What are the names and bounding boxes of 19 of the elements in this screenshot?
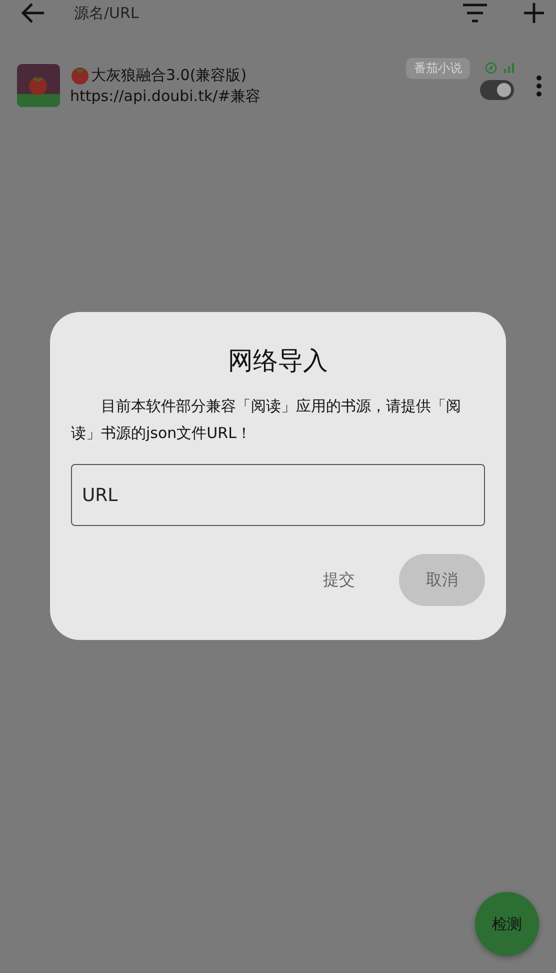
add-icon[interactable] (524, 3, 544, 23)
cancel-button[interactable]: 取消 (399, 554, 485, 606)
back-icon[interactable] (20, 2, 46, 24)
compass-icon (485, 62, 497, 74)
url-field[interactable]: URL (71, 464, 485, 526)
more-icon[interactable] (536, 74, 542, 96)
submit-button[interactable]: 提交 (301, 554, 377, 606)
tomato-icon (70, 65, 90, 85)
source-tag: 番茄小说 (406, 58, 470, 79)
enable-switch[interactable] (480, 80, 514, 100)
source-url: https://api.doubi.tk/#兼容 (70, 87, 262, 106)
app-icon (17, 64, 60, 107)
search-field[interactable]: 源名/URL (72, 3, 462, 23)
dialog-title: 网络导入 (227, 345, 329, 377)
source-name: 大灰狼融合3.0(兼容版) (91, 66, 247, 84)
dialog-message: 目前本软件部分兼容「阅读」应用的书源，请提供「阅读」书源的json文件URL！ (71, 396, 462, 444)
filter-icon[interactable] (462, 3, 488, 23)
check-button[interactable]: 检测 (475, 892, 539, 956)
signal-icon (503, 62, 514, 72)
